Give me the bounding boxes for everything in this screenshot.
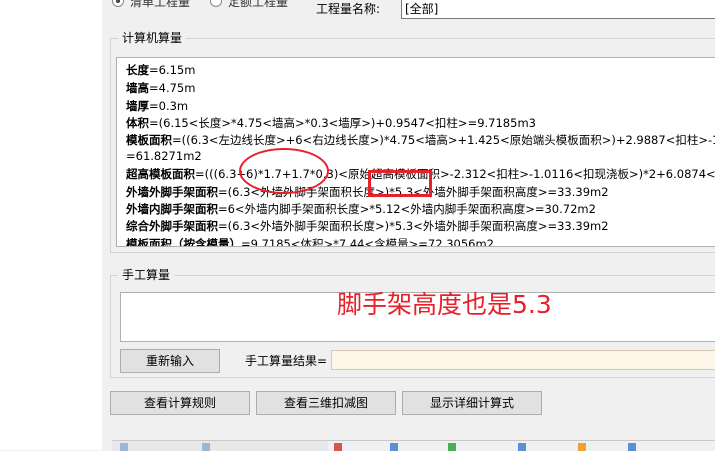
left-panel-edge <box>0 0 102 450</box>
calc-line-term: 体积 <box>126 116 149 130</box>
calc-line-formula: =61.8271m2 <box>126 149 202 163</box>
calc-line: 长度=6.15m <box>126 62 195 78</box>
calc-line-formula: =(6.15<长度>*4.75<墙高>*0.3<墙厚>)+0.9547<扣柱>=… <box>149 116 536 130</box>
calc-line: 外墙内脚手架面积=6<外墙内脚手架面积长度>*5.12<外墙内脚手架面积高度>=… <box>126 201 596 217</box>
calc-line-formula: =((6.3<左边线长度>+6<右边线长度>)*4.75<墙高>+1.425<原… <box>172 133 715 147</box>
calc-line-term: 综合外脚手架面积 <box>126 219 218 233</box>
radio-list-quantity-label: 清单工程量 <box>130 0 191 9</box>
calc-line: 墙高=4.75m <box>126 80 195 96</box>
calc-line-formula: =(6.3<外墙外脚手架面积长度>)*5.3<外墙外脚手架面积高度>=33.39… <box>218 219 609 233</box>
show-detail-button[interactable]: 显示详细计算式 <box>402 391 542 415</box>
radio-quota-quantity[interactable] <box>210 0 223 7</box>
radio-list-quantity[interactable] <box>112 0 124 7</box>
calc-line-formula: =0.3m <box>149 99 189 113</box>
calc-line: =61.8271m2 <box>126 149 202 163</box>
annotation-note: 脚手架高度也是5.3 <box>337 290 552 319</box>
calc-line: 模板面积=((6.3<左边线长度>+6<右边线长度>)*4.75<墙高>+1.4… <box>126 132 715 148</box>
calc-line-term: 模板面积（按含模量） <box>126 237 241 247</box>
calc-line: 墙厚=0.3m <box>126 98 188 114</box>
computer-calc-text[interactable]: 长度=6.15m 墙高=4.75m 墙厚=0.3m 体积=(6.15<长度>*4.75… <box>116 57 715 247</box>
calc-line: 模板面积（按含模量）=9.7185<体积>*7.44<含模量>=72.3056m… <box>126 236 494 247</box>
manual-result-label: 手工算量结果= <box>245 354 328 368</box>
calc-line: 综合外脚手架面积=(6.3<外墙外脚手架面积长度>)*5.3<外墙外脚手架面积高… <box>126 218 609 234</box>
radio-quota-quantity-label: 定额工程量 <box>228 0 289 9</box>
view-3d-button[interactable]: 查看三维扣减图 <box>256 391 396 415</box>
calc-line-formula: =6<外墙内脚手架面积长度>*5.12<外墙内脚手架面积高度>=30.72m2 <box>218 202 596 216</box>
manual-calc-title: 手工算量 <box>118 266 175 283</box>
quantity-name-label: 工程量名称: <box>316 2 381 16</box>
calc-line-term: 长度 <box>126 63 149 77</box>
calc-line-formula: =9.7185<体积>*7.44<含模量>=72.3056m2 <box>241 237 494 247</box>
calc-line-term: 墙高 <box>126 81 149 95</box>
calc-line-term: 超高模板面积 <box>126 167 195 181</box>
bottom-toolbar-left <box>112 440 332 451</box>
bottom-toolbar-right <box>328 440 715 451</box>
manual-result-field[interactable] <box>331 350 715 370</box>
calc-line: 体积=(6.15<长度>*4.75<墙高>*0.3<墙厚>)+0.9547<扣柱… <box>126 115 536 131</box>
annotation-rectangle <box>368 170 432 197</box>
calc-line-term: 模板面积 <box>126 133 172 147</box>
quantity-name-field[interactable]: [全部] <box>401 0 715 19</box>
annotation-ellipse <box>239 148 329 194</box>
calc-line-term: 外墙外脚手架面积 <box>126 185 218 199</box>
calc-line-formula: =6.15m <box>149 63 196 77</box>
computer-calc-title: 计算机算量 <box>118 29 187 46</box>
quantity-type-radios: 清单工程量 定额工程量 <box>112 0 288 10</box>
calc-line-term: 墙厚 <box>126 99 149 113</box>
reinput-button[interactable]: 重新输入 <box>120 349 220 373</box>
calc-line-term: 外墙内脚手架面积 <box>126 202 218 216</box>
view-rules-button[interactable]: 查看计算规则 <box>110 391 250 415</box>
calc-line-formula: =4.75m <box>149 81 196 95</box>
